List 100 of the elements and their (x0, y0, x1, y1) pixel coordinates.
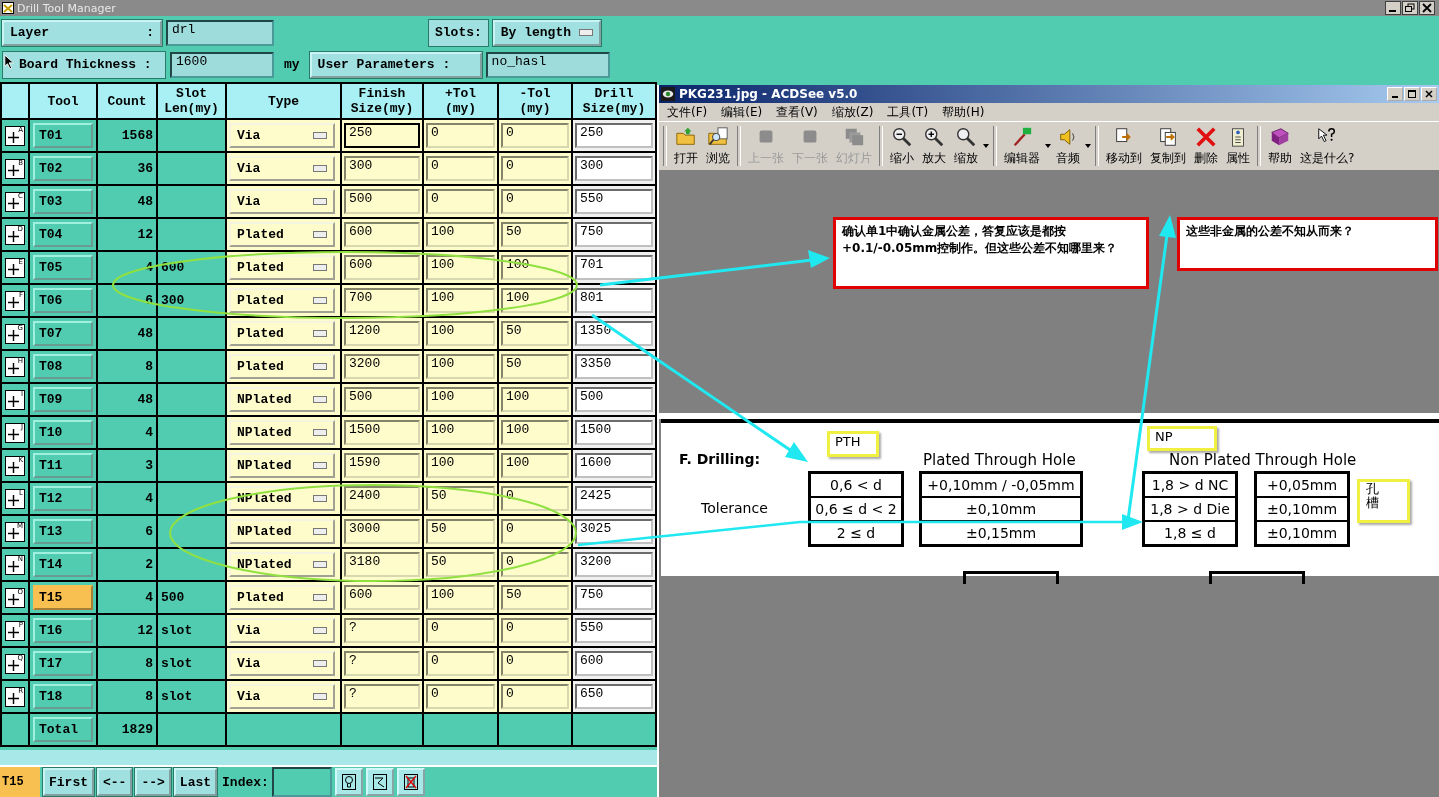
tool-button[interactable]: T09 (33, 387, 93, 412)
toolbar-button[interactable]: 删除 (1191, 125, 1221, 167)
toolbar-button[interactable]: 帮助 (1265, 125, 1295, 167)
minus-tolerance-field[interactable]: 50 (501, 222, 569, 247)
type-dropdown[interactable]: Via (229, 156, 335, 181)
minus-tolerance-field[interactable]: 50 (501, 585, 569, 610)
finish-size-field[interactable]: 500 (344, 387, 420, 412)
tool-button[interactable]: T05 (33, 255, 93, 280)
tool-button[interactable]: T15 (33, 585, 93, 610)
type-dropdown[interactable]: Via (229, 618, 335, 643)
type-dropdown[interactable]: NPlated (229, 519, 335, 544)
drill-size-field[interactable]: 801 (575, 288, 653, 313)
type-dropdown[interactable]: Via (229, 123, 335, 148)
type-dropdown[interactable]: Plated (229, 585, 335, 610)
drill-size-field[interactable]: 550 (575, 618, 653, 643)
plus-tolerance-field[interactable]: 0 (426, 156, 495, 181)
menu-item[interactable]: 工具(T) (887, 103, 929, 121)
caret-icon[interactable] (983, 144, 989, 148)
drill-size-field[interactable]: 750 (575, 585, 653, 610)
navigation-button[interactable]: <-- (97, 768, 133, 796)
drill-size-field[interactable]: 750 (575, 222, 653, 247)
finish-size-field[interactable]: ? (344, 618, 420, 643)
drill-size-field[interactable]: 3025 (575, 519, 653, 544)
navigation-button[interactable]: --> (135, 768, 171, 796)
navigation-button[interactable]: Last (173, 768, 218, 796)
minus-tolerance-field[interactable]: 0 (501, 123, 569, 148)
restore-button[interactable] (1402, 1, 1418, 15)
minus-tolerance-field[interactable]: 100 (501, 453, 569, 478)
drill-size-field[interactable]: 600 (575, 651, 653, 676)
tool-button[interactable]: T13 (33, 519, 93, 544)
finish-size-field[interactable]: ? (344, 651, 420, 676)
maximize-button[interactable] (1404, 87, 1420, 101)
finish-size-field[interactable]: 600 (344, 222, 420, 247)
tool-button[interactable]: T17 (33, 651, 93, 676)
type-dropdown[interactable]: NPlated (229, 420, 335, 445)
finish-size-field[interactable]: 300 (344, 156, 420, 181)
minus-tolerance-field[interactable]: 50 (501, 354, 569, 379)
type-dropdown[interactable]: NPlated (229, 453, 335, 478)
tool-button[interactable]: T06 (33, 288, 93, 313)
plus-tolerance-field[interactable]: 100 (426, 387, 495, 412)
toolbar-button[interactable]: 编辑器 (1001, 125, 1043, 167)
plus-tolerance-field[interactable]: 0 (426, 123, 495, 148)
drill-size-field[interactable]: 701 (575, 255, 653, 280)
type-dropdown[interactable]: Plated (229, 321, 335, 346)
plus-tolerance-field[interactable]: 0 (426, 684, 495, 709)
finish-size-field[interactable]: ? (344, 684, 420, 709)
tool-button[interactable]: T04 (33, 222, 93, 247)
caret-icon[interactable] (1045, 144, 1051, 148)
plus-tolerance-field[interactable]: 100 (426, 585, 495, 610)
menu-item[interactable]: 帮助(H) (942, 103, 985, 121)
chart-button[interactable] (365, 768, 394, 796)
toolbar-button[interactable]: 放大 (919, 125, 949, 167)
finish-size-field[interactable]: 600 (344, 585, 420, 610)
menu-item[interactable]: 文件(F) (667, 103, 708, 121)
type-dropdown[interactable]: Via (229, 651, 335, 676)
finish-size-field[interactable]: 250 (344, 123, 420, 148)
minimize-button[interactable] (1385, 1, 1401, 15)
tool-button[interactable]: T18 (33, 684, 93, 709)
plus-tolerance-field[interactable]: 100 (426, 354, 495, 379)
layer-field[interactable]: drl (166, 19, 274, 46)
finish-size-field[interactable]: 1590 (344, 453, 420, 478)
board-thickness-field[interactable]: 1600 (170, 51, 274, 78)
tool-button[interactable]: T03 (33, 189, 93, 214)
finish-size-field[interactable]: 3000 (344, 519, 420, 544)
plus-tolerance-field[interactable]: 100 (426, 321, 495, 346)
caret-icon[interactable] (1085, 144, 1091, 148)
slots-dropdown[interactable]: By length (492, 19, 601, 46)
total-button[interactable]: Total (33, 717, 93, 742)
menu-item[interactable]: 编辑(E) (721, 103, 763, 121)
finish-size-field[interactable]: 3180 (344, 552, 420, 577)
minus-tolerance-field[interactable]: 50 (501, 321, 569, 346)
minus-tolerance-field[interactable]: 100 (501, 288, 569, 313)
minus-tolerance-field[interactable]: 0 (501, 684, 569, 709)
delete-button[interactable] (396, 768, 425, 796)
user-parameters-field[interactable]: no_hasl (485, 51, 610, 78)
type-dropdown[interactable]: NPlated (229, 387, 335, 412)
minus-tolerance-field[interactable]: 0 (501, 552, 569, 577)
menu-item[interactable]: 缩放(Z) (831, 103, 874, 121)
tool-button[interactable]: T14 (33, 552, 93, 577)
plus-tolerance-field[interactable]: 50 (426, 486, 495, 511)
minus-tolerance-field[interactable]: 0 (501, 519, 569, 544)
tool-button[interactable]: T16 (33, 618, 93, 643)
plus-tolerance-field[interactable]: 100 (426, 453, 495, 478)
plus-tolerance-field[interactable]: 100 (426, 288, 495, 313)
toolbar-button[interactable]: 浏览 (703, 125, 733, 167)
navigation-button[interactable]: First (43, 768, 94, 796)
minus-tolerance-field[interactable]: 0 (501, 618, 569, 643)
index-field[interactable] (271, 767, 332, 797)
tool-button[interactable]: T02 (33, 156, 93, 181)
finish-size-field[interactable]: 1500 (344, 420, 420, 445)
plus-tolerance-field[interactable]: 100 (426, 255, 495, 280)
drill-size-field[interactable]: 550 (575, 189, 653, 214)
plus-tolerance-field[interactable]: 0 (426, 651, 495, 676)
drill-size-field[interactable]: 650 (575, 684, 653, 709)
type-dropdown[interactable]: NPlated (229, 552, 335, 577)
finish-size-field[interactable]: 600 (344, 255, 420, 280)
plus-tolerance-field[interactable]: 0 (426, 618, 495, 643)
bulb-button[interactable] (334, 768, 363, 796)
type-dropdown[interactable]: Plated (229, 255, 335, 280)
drill-size-field[interactable]: 3350 (575, 354, 653, 379)
